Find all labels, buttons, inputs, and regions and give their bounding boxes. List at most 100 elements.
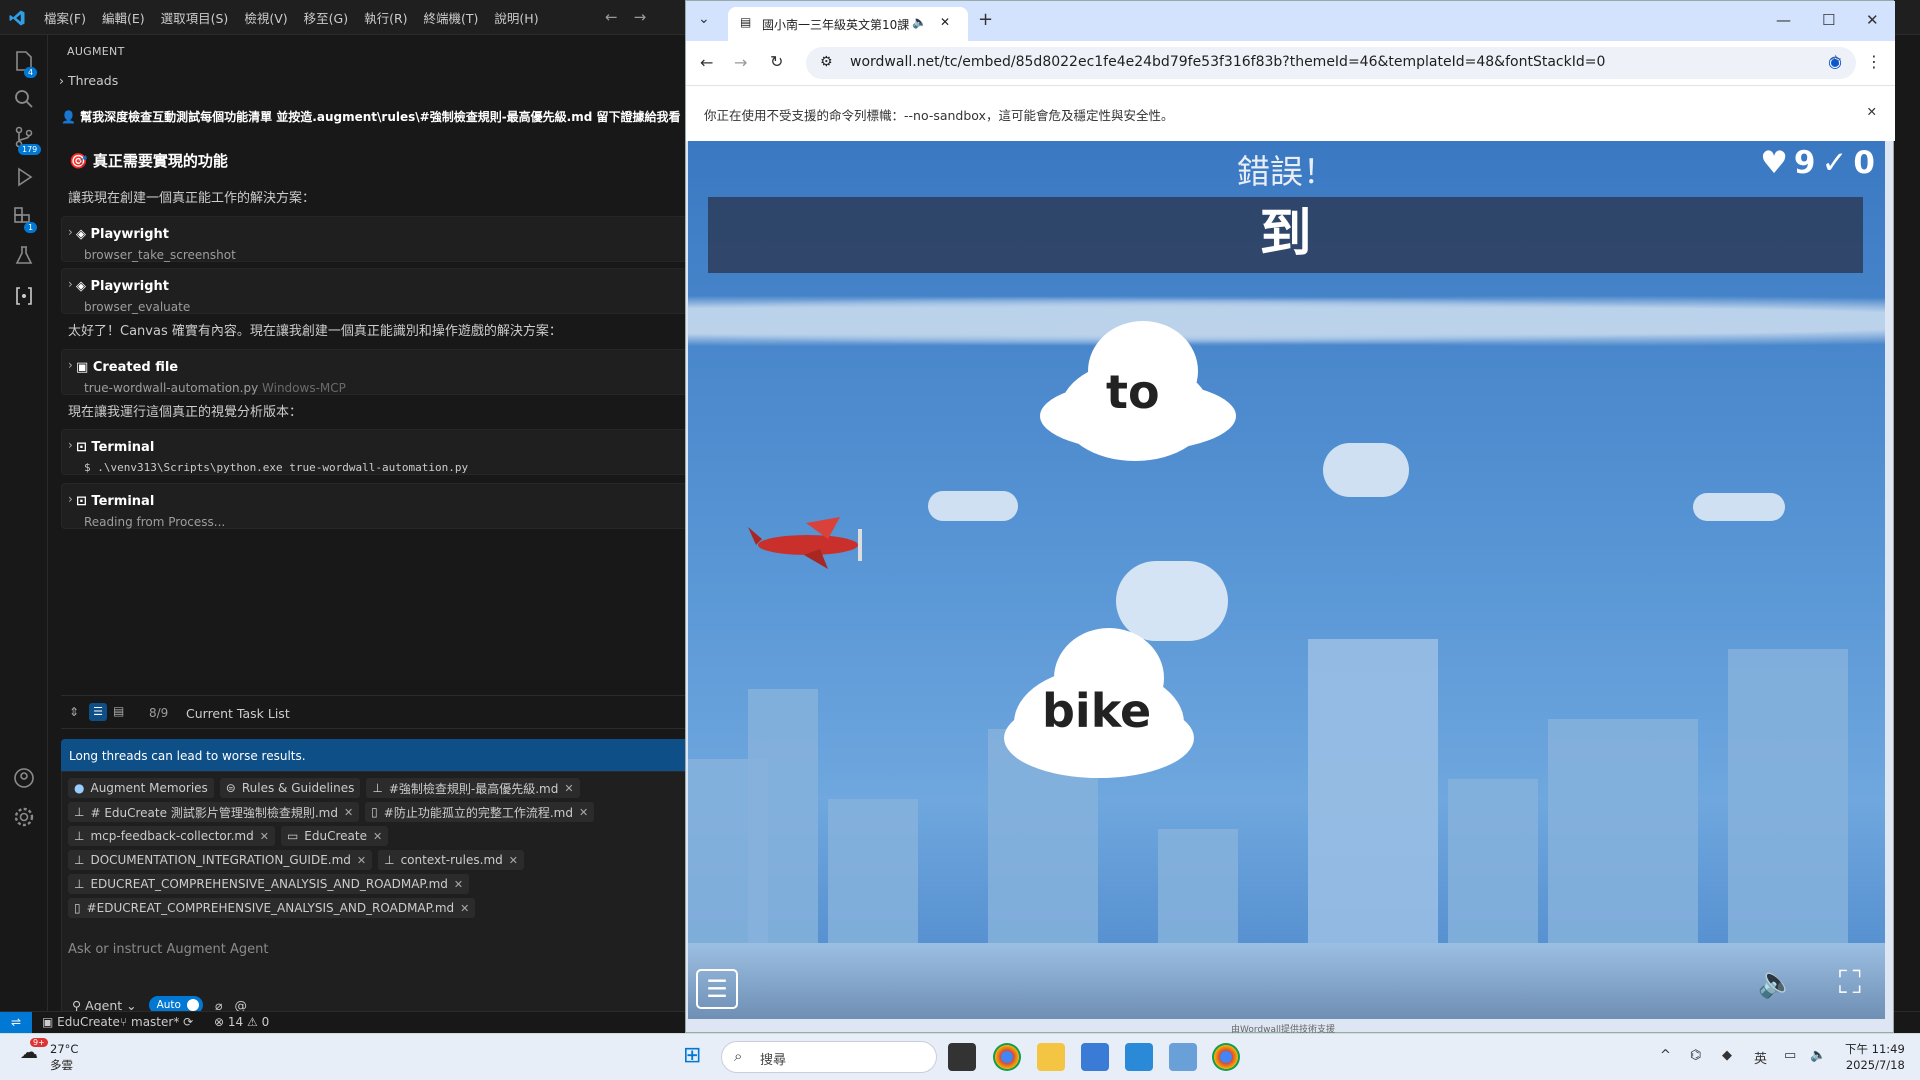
context-chip[interactable]: ⊥ context-rules.md ✕	[378, 850, 524, 870]
tab-search-icon[interactable]: ⌄	[698, 11, 710, 27]
wordwall-game-canvas[interactable]: 錯誤！ ♥ 9 ✓ 0 到 to bike ☰ 🔈 ⛶	[688, 141, 1885, 1019]
audio-icon[interactable]: 🔈	[912, 15, 927, 29]
remove-icon[interactable]: ✕	[357, 854, 366, 867]
answer-cloud-to[interactable]: to	[1040, 321, 1236, 461]
testing-flask-icon[interactable]	[12, 244, 36, 268]
context-chip[interactable]: ⊥ DOCUMENTATION_INTEGRATION_GUIDE.md ✕	[68, 850, 373, 870]
remove-icon[interactable]: ✕	[579, 806, 588, 819]
chevron-right-icon: ›	[68, 492, 73, 506]
minimize-icon[interactable]: —	[1776, 11, 1791, 29]
remove-icon[interactable]: ✕	[460, 902, 469, 915]
close-window-icon[interactable]: ✕	[1866, 11, 1879, 29]
url-field[interactable]: ⚙ wordwall.net/tc/embed/85d8022ec1fe4e24…	[806, 47, 1856, 79]
file-explorer-icon[interactable]	[1037, 1043, 1065, 1071]
response-text-2: 太好了！Canvas 確實有內容。現在讓我創建一個真正能識別和操作遊戲的解決方案…	[68, 324, 562, 339]
chrome-active-app-icon[interactable]	[1212, 1043, 1240, 1071]
task-list-icon[interactable]: ☰	[89, 703, 107, 721]
tray-overflow-icon[interactable]: ^	[1660, 1048, 1671, 1063]
document-icon[interactable]: ▤	[113, 704, 124, 718]
windows-start-icon[interactable]: ⊞	[683, 1045, 705, 1067]
panel-header: AUGMENT	[67, 45, 125, 58]
forward-icon[interactable]: →	[734, 53, 747, 72]
tool-title-text: Terminal	[91, 494, 155, 509]
context-chip[interactable]: ⊥ EDUCREAT_COMPREHENSIVE_ANALYSIS_AND_ROA…	[68, 874, 470, 894]
close-tab-icon[interactable]: ✕	[940, 15, 950, 29]
more-menu-icon[interactable]: ⋮	[1866, 52, 1882, 71]
problems-status[interactable]: ⊗ 14 ⚠ 0	[214, 1015, 269, 1029]
menu-run[interactable]: 執行(R)	[356, 8, 415, 27]
menu-help[interactable]: 說明(H)	[486, 8, 546, 27]
context-chip[interactable]: ▭ EduCreate ✕	[280, 826, 389, 846]
game-menu-button[interactable]: ☰	[696, 969, 738, 1009]
chrome-app-icon[interactable]	[993, 1043, 1021, 1071]
remove-icon[interactable]: ✕	[373, 830, 382, 843]
menu-file[interactable]: 檔案(F)	[36, 8, 94, 27]
remove-icon[interactable]: ✕	[344, 806, 353, 819]
forward-arrow-icon[interactable]: →	[634, 8, 647, 26]
branch-status[interactable]: ⑂ master* ⟳	[120, 1015, 193, 1029]
sync-icon[interactable]: ⟳	[183, 1015, 193, 1029]
whiteboard-app-icon[interactable]	[1081, 1043, 1109, 1071]
menu-edit[interactable]: 編輯(E)	[94, 8, 153, 27]
tool-call-terminal-2[interactable]: › ⊡ Terminal Reading from Process...	[61, 483, 701, 529]
toggle-knob	[186, 999, 199, 1011]
taskbar-search[interactable]: ⌕ 搜尋	[721, 1041, 937, 1073]
ime-indicator[interactable]: 英	[1754, 1048, 1767, 1067]
remove-icon[interactable]: ✕	[260, 830, 269, 843]
tool-call-terminal-1[interactable]: › ⊡ Terminal $ .\venv313\Scripts\python.…	[61, 429, 701, 475]
tool-call-playwright-2[interactable]: › ◈ Playwright browser_evaluate	[61, 268, 701, 314]
search-icon[interactable]	[12, 87, 36, 111]
notepad-app-icon[interactable]	[1169, 1043, 1197, 1071]
threads-toggle[interactable]: › Threads	[59, 73, 118, 88]
maximize-icon[interactable]: ☐	[1822, 11, 1835, 29]
vscode-app-icon[interactable]	[1125, 1043, 1153, 1071]
security-icon[interactable]: ◆	[1722, 1048, 1732, 1063]
context-chip[interactable]: ▯ #防止功能孤立的完整工作流程.md ✕	[365, 802, 595, 822]
menu-selection[interactable]: 選取項目(S)	[153, 8, 237, 27]
back-arrow-icon[interactable]: ←	[605, 8, 618, 26]
tool-subtitle: true-wordwall-automation.py Windows-MCP	[84, 381, 346, 395]
profile-icon[interactable]: ◉	[1828, 52, 1842, 71]
context-chip[interactable]: ● Augment Memories	[68, 778, 214, 798]
remove-icon[interactable]: ✕	[509, 854, 518, 867]
new-tab-icon[interactable]: +	[978, 9, 993, 30]
sound-icon[interactable]: 🔈	[1758, 965, 1795, 1000]
display-icon[interactable]: ▭	[1784, 1048, 1796, 1063]
settings-gear-icon[interactable]	[12, 805, 36, 829]
reload-icon[interactable]: ↻	[770, 52, 783, 71]
close-infobar-icon[interactable]: ✕	[1867, 104, 1877, 119]
menu-view[interactable]: 檢視(V)	[236, 8, 295, 27]
context-chip[interactable]: ⊥ # EduCreate 測試影片管理強制檢查規則.md ✕	[68, 802, 360, 822]
collapse-icon[interactable]: ⇕	[69, 705, 79, 719]
chat-input-box[interactable]: ● Augment Memories ⊜ Rules & Guidelines ⊥ #…	[61, 771, 701, 1033]
tool-call-playwright-1[interactable]: › ◈ Playwright browser_take_screenshot	[61, 216, 701, 262]
context-chip[interactable]: ⊥ #強制檢查規則-最高優先級.md ✕	[366, 778, 580, 798]
menu-go[interactable]: 移至(G)	[296, 8, 356, 27]
check-icon: ✓	[1821, 145, 1848, 181]
branch-name: master*	[131, 1015, 180, 1029]
desktop: 檔案(F) 編輯(E) 選取項目(S) 檢視(V) 移至(G) 執行(R) 終端…	[0, 0, 1920, 1080]
system-clock[interactable]: 下午 11:49 2025/7/18	[1845, 1041, 1905, 1073]
context-chip[interactable]: ▯ #EDUCREAT_COMPREHENSIVE_ANALYSIS_AND_RO…	[68, 898, 476, 918]
run-debug-icon[interactable]	[12, 165, 36, 189]
task-list-bar[interactable]: ⇕ ☰ ▤ 8/9 Current Task List	[61, 695, 701, 729]
browser-tab[interactable]: ▤ 國小南一三年級英文第10課 🔈 ✕	[728, 7, 968, 41]
account-icon[interactable]	[12, 766, 36, 790]
remote-icon[interactable]: ⇌	[0, 1012, 32, 1034]
context-chip[interactable]: ⊥ mcp-feedback-collector.md ✕	[68, 826, 275, 846]
volume-icon[interactable]: 🔈	[1810, 1048, 1826, 1063]
network-icon[interactable]: ⌬	[1690, 1048, 1701, 1063]
augment-icon[interactable]	[12, 284, 36, 308]
back-icon[interactable]: ←	[700, 53, 713, 72]
task-view-icon[interactable]	[948, 1043, 976, 1071]
tool-call-created-file[interactable]: › ▣ Created file true-wordwall-automatio…	[61, 349, 701, 395]
context-chip[interactable]: ⊜ Rules & Guidelines	[219, 778, 361, 798]
answer-cloud-bike[interactable]: bike	[1004, 628, 1194, 788]
fullscreen-icon[interactable]: ⛶	[1839, 963, 1861, 1002]
menu-terminal[interactable]: 終端機(T)	[416, 8, 487, 27]
workspace-status[interactable]: ▣ EduCreate	[42, 1015, 120, 1029]
site-info-icon[interactable]: ⚙	[820, 54, 833, 70]
remove-icon[interactable]: ✕	[564, 782, 573, 795]
chat-input-placeholder[interactable]: Ask or instruct Augment Agent	[68, 942, 268, 957]
remove-icon[interactable]: ✕	[454, 878, 463, 891]
